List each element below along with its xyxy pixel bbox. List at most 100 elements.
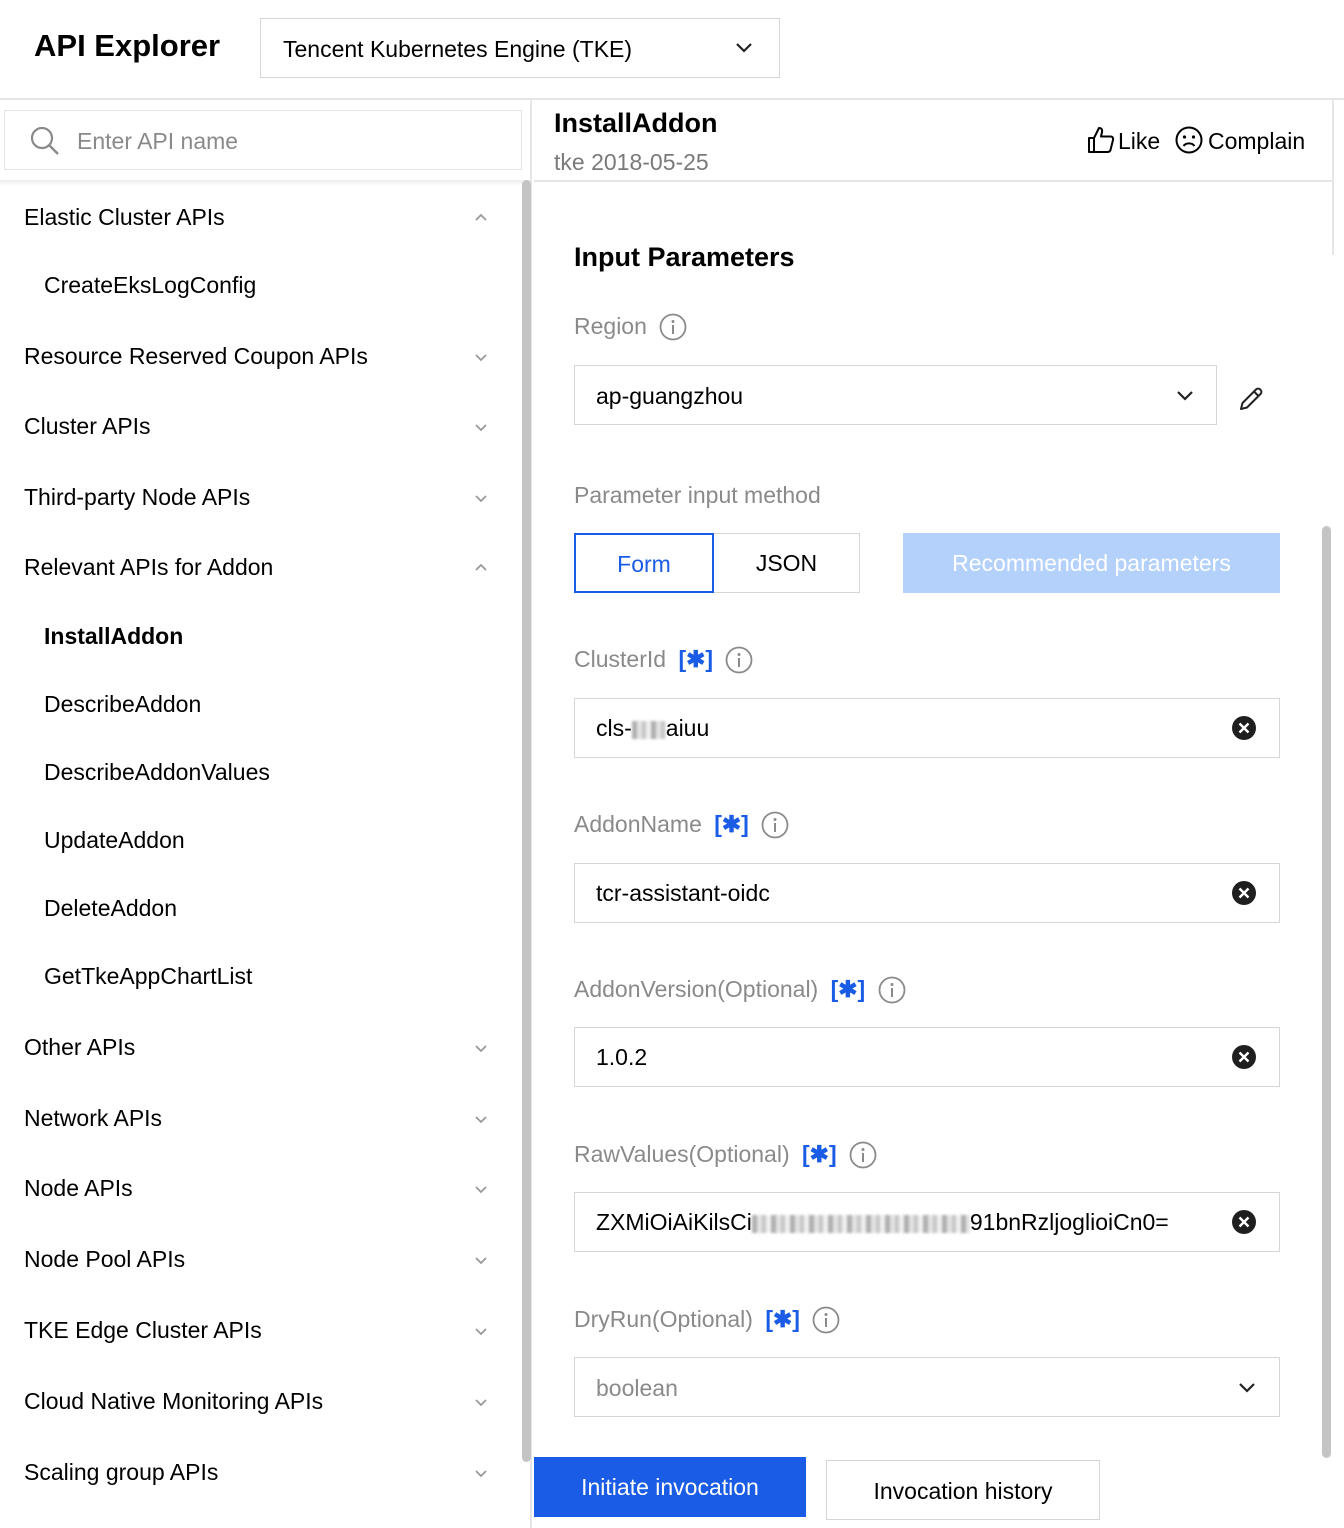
info-icon[interactable] (761, 811, 789, 839)
cluster-id-suffix: aiuu (665, 715, 710, 741)
sidebar-group-third-party-node-apis[interactable]: Third-party Node APIs (0, 470, 510, 526)
addon-name-value: tcr-assistant-oidc (596, 880, 770, 906)
cluster-id-prefix: cls- (596, 715, 632, 741)
sidebar-group-cluster-apis[interactable]: Cluster APIs (0, 399, 510, 455)
sidebar-item-label: Node Pool APIs (24, 1246, 186, 1272)
cluster-id-label: ClusterId [✱] (574, 645, 753, 674)
product-select[interactable]: Tencent Kubernetes Engine (TKE) (260, 18, 780, 78)
raw-values-suffix: 91bnRzljoglioiCn0= (969, 1209, 1169, 1235)
sidebar-item-label: CreateEksLogConfig (44, 272, 257, 298)
sidebar-item-installaddon[interactable]: InstallAddon (0, 609, 510, 665)
region-select[interactable]: ap-guangzhou (574, 365, 1217, 425)
complain-label: Complain (1208, 128, 1306, 154)
clear-icon[interactable] (1231, 715, 1257, 741)
chevron-down-icon (475, 1116, 487, 1124)
invocation-history-button[interactable]: Invocation history (826, 1460, 1100, 1520)
info-icon[interactable] (659, 313, 687, 341)
sidebar-item-label: DeleteAddon (44, 895, 177, 921)
sidebar-group-elastic-cluster-apis[interactable]: Elastic Cluster APIs (0, 190, 510, 246)
region-value: ap-guangzhou (596, 383, 744, 409)
region-label: Region (574, 312, 687, 341)
raw-values-label: RawValues(Optional) [✱] (574, 1140, 877, 1169)
info-icon[interactable] (849, 1141, 877, 1169)
api-sidebar: Elastic Cluster APIs CreateEksLogConfig … (0, 100, 532, 1528)
api-header: InstallAddon tke 2018-05-25 Like Complai… (534, 100, 1332, 182)
required-marker: [✱] (830, 976, 866, 1003)
raw-values-label-text: RawValues(Optional) (574, 1141, 790, 1168)
sidebar-item-describeaddonvalues[interactable]: DescribeAddonValues (0, 745, 510, 801)
sidebar-group-resource-reserved-coupon-apis[interactable]: Resource Reserved Coupon APIs (0, 329, 510, 385)
redacted-text (751, 1214, 970, 1233)
sidebar-item-label: DescribeAddon (44, 691, 202, 717)
chevron-down-icon (475, 1186, 487, 1194)
initiate-invocation-button[interactable]: Initiate invocation (534, 1457, 806, 1517)
method-label: Parameter input method (574, 482, 821, 508)
search-input[interactable] (77, 119, 507, 163)
addon-version-label: AddonVersion(Optional) [✱] (574, 975, 906, 1004)
pencil-icon[interactable] (1236, 384, 1266, 414)
sidebar-item-label: DescribeAddonValues (44, 759, 270, 785)
dry-run-select[interactable]: boolean (574, 1357, 1280, 1417)
sidebar-item-label: Resource Reserved Coupon APIs (24, 343, 368, 369)
sidebar-group-network-apis[interactable]: Network APIs (0, 1091, 510, 1147)
search-icon (30, 126, 59, 155)
sidebar-item-createekslogconfig[interactable]: CreateEksLogConfig (0, 258, 510, 314)
clear-icon[interactable] (1231, 1044, 1257, 1070)
sidebar-group-other-apis[interactable]: Other APIs (0, 1020, 510, 1076)
sidebar-group-node-pool-apis[interactable]: Node Pool APIs (0, 1232, 510, 1288)
tab-form[interactable]: Form (574, 533, 714, 593)
clear-icon[interactable] (1231, 880, 1257, 906)
divider (0, 180, 530, 186)
form-scrollbar[interactable] (1322, 526, 1331, 1458)
sidebar-group-relevant-apis-for-addon[interactable]: Relevant APIs for Addon (0, 540, 510, 596)
chevron-down-icon (475, 354, 487, 362)
addon-version-value: 1.0.2 (596, 1044, 648, 1070)
info-icon[interactable] (725, 646, 753, 674)
cluster-id-value: cls-aiuu (596, 715, 1226, 742)
required-marker: [✱] (678, 646, 714, 673)
sad-face-icon (1175, 126, 1203, 154)
sidebar-item-describeaddon[interactable]: DescribeAddon (0, 677, 510, 733)
sidebar-item-gettkeappchartlist[interactable]: GetTkeAppChartList (0, 949, 510, 1005)
dry-run-label: DryRun(Optional) [✱] (574, 1305, 840, 1334)
sidebar-item-label: InstallAddon (44, 623, 184, 649)
api-version: tke 2018-05-25 (554, 149, 709, 175)
info-icon[interactable] (878, 976, 906, 1004)
sidebar-group-tke-edge-cluster-apis[interactable]: TKE Edge Cluster APIs (0, 1303, 510, 1359)
info-icon[interactable] (812, 1306, 840, 1334)
dry-run-label-text: DryRun(Optional) (574, 1306, 753, 1333)
chevron-down-icon (475, 1045, 487, 1053)
addon-name-input[interactable]: tcr-assistant-oidc (574, 863, 1280, 923)
chevron-down-icon (1239, 1383, 1255, 1393)
raw-values-prefix: ZXMiOiAiKilsCi (596, 1209, 752, 1235)
sidebar-group-cloud-native-monitoring-apis[interactable]: Cloud Native Monitoring APIs (0, 1374, 510, 1430)
sidebar-item-label: TKE Edge Cluster APIs (24, 1317, 262, 1343)
top-bar: API Explorer Tencent Kubernetes Engine (… (0, 0, 1344, 100)
sidebar-group-node-apis[interactable]: Node APIs (0, 1161, 510, 1217)
api-search (4, 110, 522, 170)
sidebar-item-label: Third-party Node APIs (24, 484, 251, 510)
addon-version-input[interactable]: 1.0.2 (574, 1027, 1280, 1087)
addon-version-label-text: AddonVersion(Optional) (574, 976, 819, 1003)
clear-icon[interactable] (1231, 1209, 1257, 1235)
sidebar-scrollbar[interactable] (522, 180, 531, 1462)
chevron-down-icon (475, 1399, 487, 1407)
divider (1332, 100, 1334, 255)
raw-values-input[interactable]: ZXMiOiAiKilsCi 91bnRzljoglioiCn0= (574, 1192, 1280, 1252)
chevron-down-icon (475, 495, 487, 503)
chevron-down-icon (475, 1470, 487, 1478)
tab-json[interactable]: JSON (714, 533, 860, 593)
cluster-id-input[interactable]: cls-aiuu (574, 698, 1280, 758)
sidebar-group-scaling-group-apis[interactable]: Scaling group APIs (0, 1445, 510, 1501)
sidebar-item-label: Node APIs (24, 1175, 133, 1201)
section-title: Input Parameters (574, 242, 795, 272)
sidebar-item-label: Scaling group APIs (24, 1459, 219, 1485)
api-name: InstallAddon (554, 108, 718, 138)
app-title: API Explorer (34, 28, 221, 63)
sidebar-item-deleteaddon[interactable]: DeleteAddon (0, 881, 510, 937)
chevron-down-icon (736, 43, 752, 53)
sidebar-item-label: Network APIs (24, 1105, 163, 1131)
addon-name-label: AddonName [✱] (574, 810, 789, 839)
recommended-parameters-button[interactable]: Recommended parameters (903, 533, 1280, 593)
sidebar-item-updateaddon[interactable]: UpdateAddon (0, 813, 510, 869)
